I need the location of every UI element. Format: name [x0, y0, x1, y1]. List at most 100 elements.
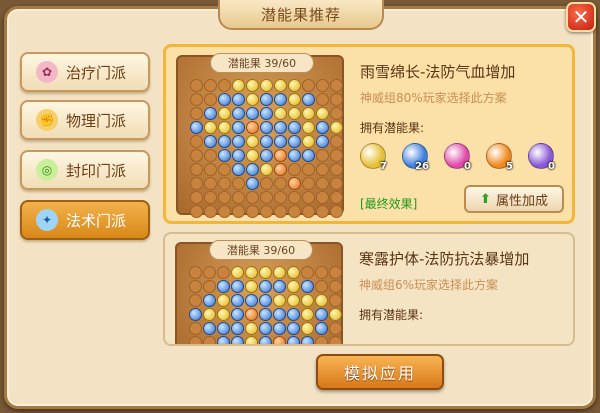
- fruit-slot: [218, 93, 231, 106]
- sidebar-item-label: 物理门派: [66, 111, 127, 130]
- fruit-slot: [287, 336, 300, 344]
- attribute-bonus-button[interactable]: ⬆ 属性加成: [464, 185, 564, 213]
- dialog-title: 潜能果推荐: [218, 0, 384, 30]
- fruit-slot: [203, 294, 216, 307]
- fruit-slot: [217, 308, 230, 321]
- fruit-slot: [260, 93, 273, 106]
- fruit-slot: [288, 177, 301, 190]
- fruit-slot: [246, 149, 259, 162]
- empty-slot: [232, 205, 245, 218]
- empty-slot: [315, 266, 328, 279]
- fruit-slot: [246, 135, 259, 148]
- fruit-slot: [302, 135, 315, 148]
- fruit-slot: [274, 79, 287, 92]
- sidebar-item-seal[interactable]: ◎ 封印门派: [20, 150, 150, 190]
- empty-slot: [260, 191, 273, 204]
- fruit-slot: [273, 308, 286, 321]
- fruit-slot: [231, 266, 244, 279]
- empty-slot: [330, 191, 343, 204]
- fruit-slot: [217, 336, 230, 344]
- potential-fruit-icon: 7: [360, 143, 387, 172]
- sidebar-item-label: 治疗门派: [66, 63, 127, 82]
- fruit-slot: [301, 294, 314, 307]
- fruit-slot: [260, 149, 273, 162]
- fruit-slot: [301, 308, 314, 321]
- sidebar-item-physical[interactable]: ✊ 物理门派: [20, 100, 150, 140]
- empty-slot: [232, 191, 245, 204]
- empty-slot: [190, 79, 203, 92]
- empty-slot: [302, 177, 315, 190]
- empty-slot: [203, 266, 216, 279]
- fruit-slot: [231, 280, 244, 293]
- sidebar-item-healing[interactable]: ✿ 治疗门派: [20, 52, 150, 92]
- scheme-card[interactable]: 潜能果 39/60 雨雪绵长-法防气血增加 神威组80%玩家选择此方案 拥有潜能…: [163, 44, 575, 224]
- fruit-slot: [260, 135, 273, 148]
- fruit-slot: [204, 107, 217, 120]
- empty-slot: [218, 205, 231, 218]
- empty-slot: [329, 294, 342, 307]
- empty-slot: [204, 191, 217, 204]
- fruit-slot: [259, 336, 272, 344]
- empty-slot: [190, 177, 203, 190]
- fruit-count: 7: [380, 161, 387, 172]
- fruit-slot: [189, 308, 202, 321]
- fruit-slot: [274, 121, 287, 134]
- empty-slot: [329, 336, 342, 344]
- fruit-slot: [231, 336, 244, 344]
- fruit-slot: [218, 149, 231, 162]
- empty-slot: [190, 163, 203, 176]
- potential-fruit-icon: 5: [486, 143, 513, 172]
- empty-slot: [288, 191, 301, 204]
- sidebar-item-magic[interactable]: ✦ 法术门派: [20, 200, 150, 240]
- fruit-slot: [232, 79, 245, 92]
- fruit-slot: [245, 294, 258, 307]
- fruit-slot: [246, 121, 259, 134]
- fruit-slot: [246, 107, 259, 120]
- empty-slot: [190, 149, 203, 162]
- fruit-slot: [232, 135, 245, 148]
- scheme-card[interactable]: 潜能果 39/60 寒露护体-法防抗法暴增加 神威组6%玩家选择此方案 拥有潜能…: [163, 232, 575, 346]
- fruit-slot: [288, 79, 301, 92]
- empty-slot: [302, 205, 315, 218]
- fruit-slot: [260, 79, 273, 92]
- fruit-slot: [287, 280, 300, 293]
- fruit-slot: [287, 322, 300, 335]
- scheme-subtitle: 神威组6%玩家选择此方案: [359, 278, 499, 292]
- fruit-slot: [245, 280, 258, 293]
- fruit-slot: [273, 322, 286, 335]
- fruit-slot: [259, 280, 272, 293]
- final-effect-link[interactable]: [最终效果]: [360, 195, 417, 212]
- fruit-slot: [246, 79, 259, 92]
- empty-slot: [218, 163, 231, 176]
- owned-fruits-label: 拥有潜能果:: [359, 308, 424, 322]
- fruit-slot: [246, 163, 259, 176]
- empty-slot: [204, 205, 217, 218]
- fruit-slot: [302, 107, 315, 120]
- fruit-slot: [190, 121, 203, 134]
- fruit-count: 0: [464, 161, 471, 172]
- empty-slot: [190, 107, 203, 120]
- empty-slot: [204, 163, 217, 176]
- empty-slot: [330, 163, 343, 176]
- simulate-apply-button[interactable]: 模拟应用: [316, 354, 444, 390]
- owned-fruits-label: 拥有潜能果:: [360, 121, 425, 135]
- fruit-count: 5: [506, 161, 513, 172]
- fruit-slot: [231, 322, 244, 335]
- empty-slot: [218, 79, 231, 92]
- fruit-slot: [273, 336, 286, 344]
- scheme-subtitle: 神威组80%玩家选择此方案: [360, 91, 507, 105]
- empty-slot: [217, 266, 230, 279]
- fruit-slot: [259, 294, 272, 307]
- empty-slot: [329, 266, 342, 279]
- empty-slot: [316, 191, 329, 204]
- fruit-slot: [302, 93, 315, 106]
- close-button[interactable]: ✕: [566, 2, 596, 32]
- fruit-slot: [302, 149, 315, 162]
- fruit-slot: [273, 280, 286, 293]
- fruit-count: 0: [548, 161, 555, 172]
- empty-slot: [218, 177, 231, 190]
- fruit-slot: [259, 308, 272, 321]
- empty-slot: [274, 205, 287, 218]
- fruit-slot: [301, 280, 314, 293]
- fruit-slot: [203, 322, 216, 335]
